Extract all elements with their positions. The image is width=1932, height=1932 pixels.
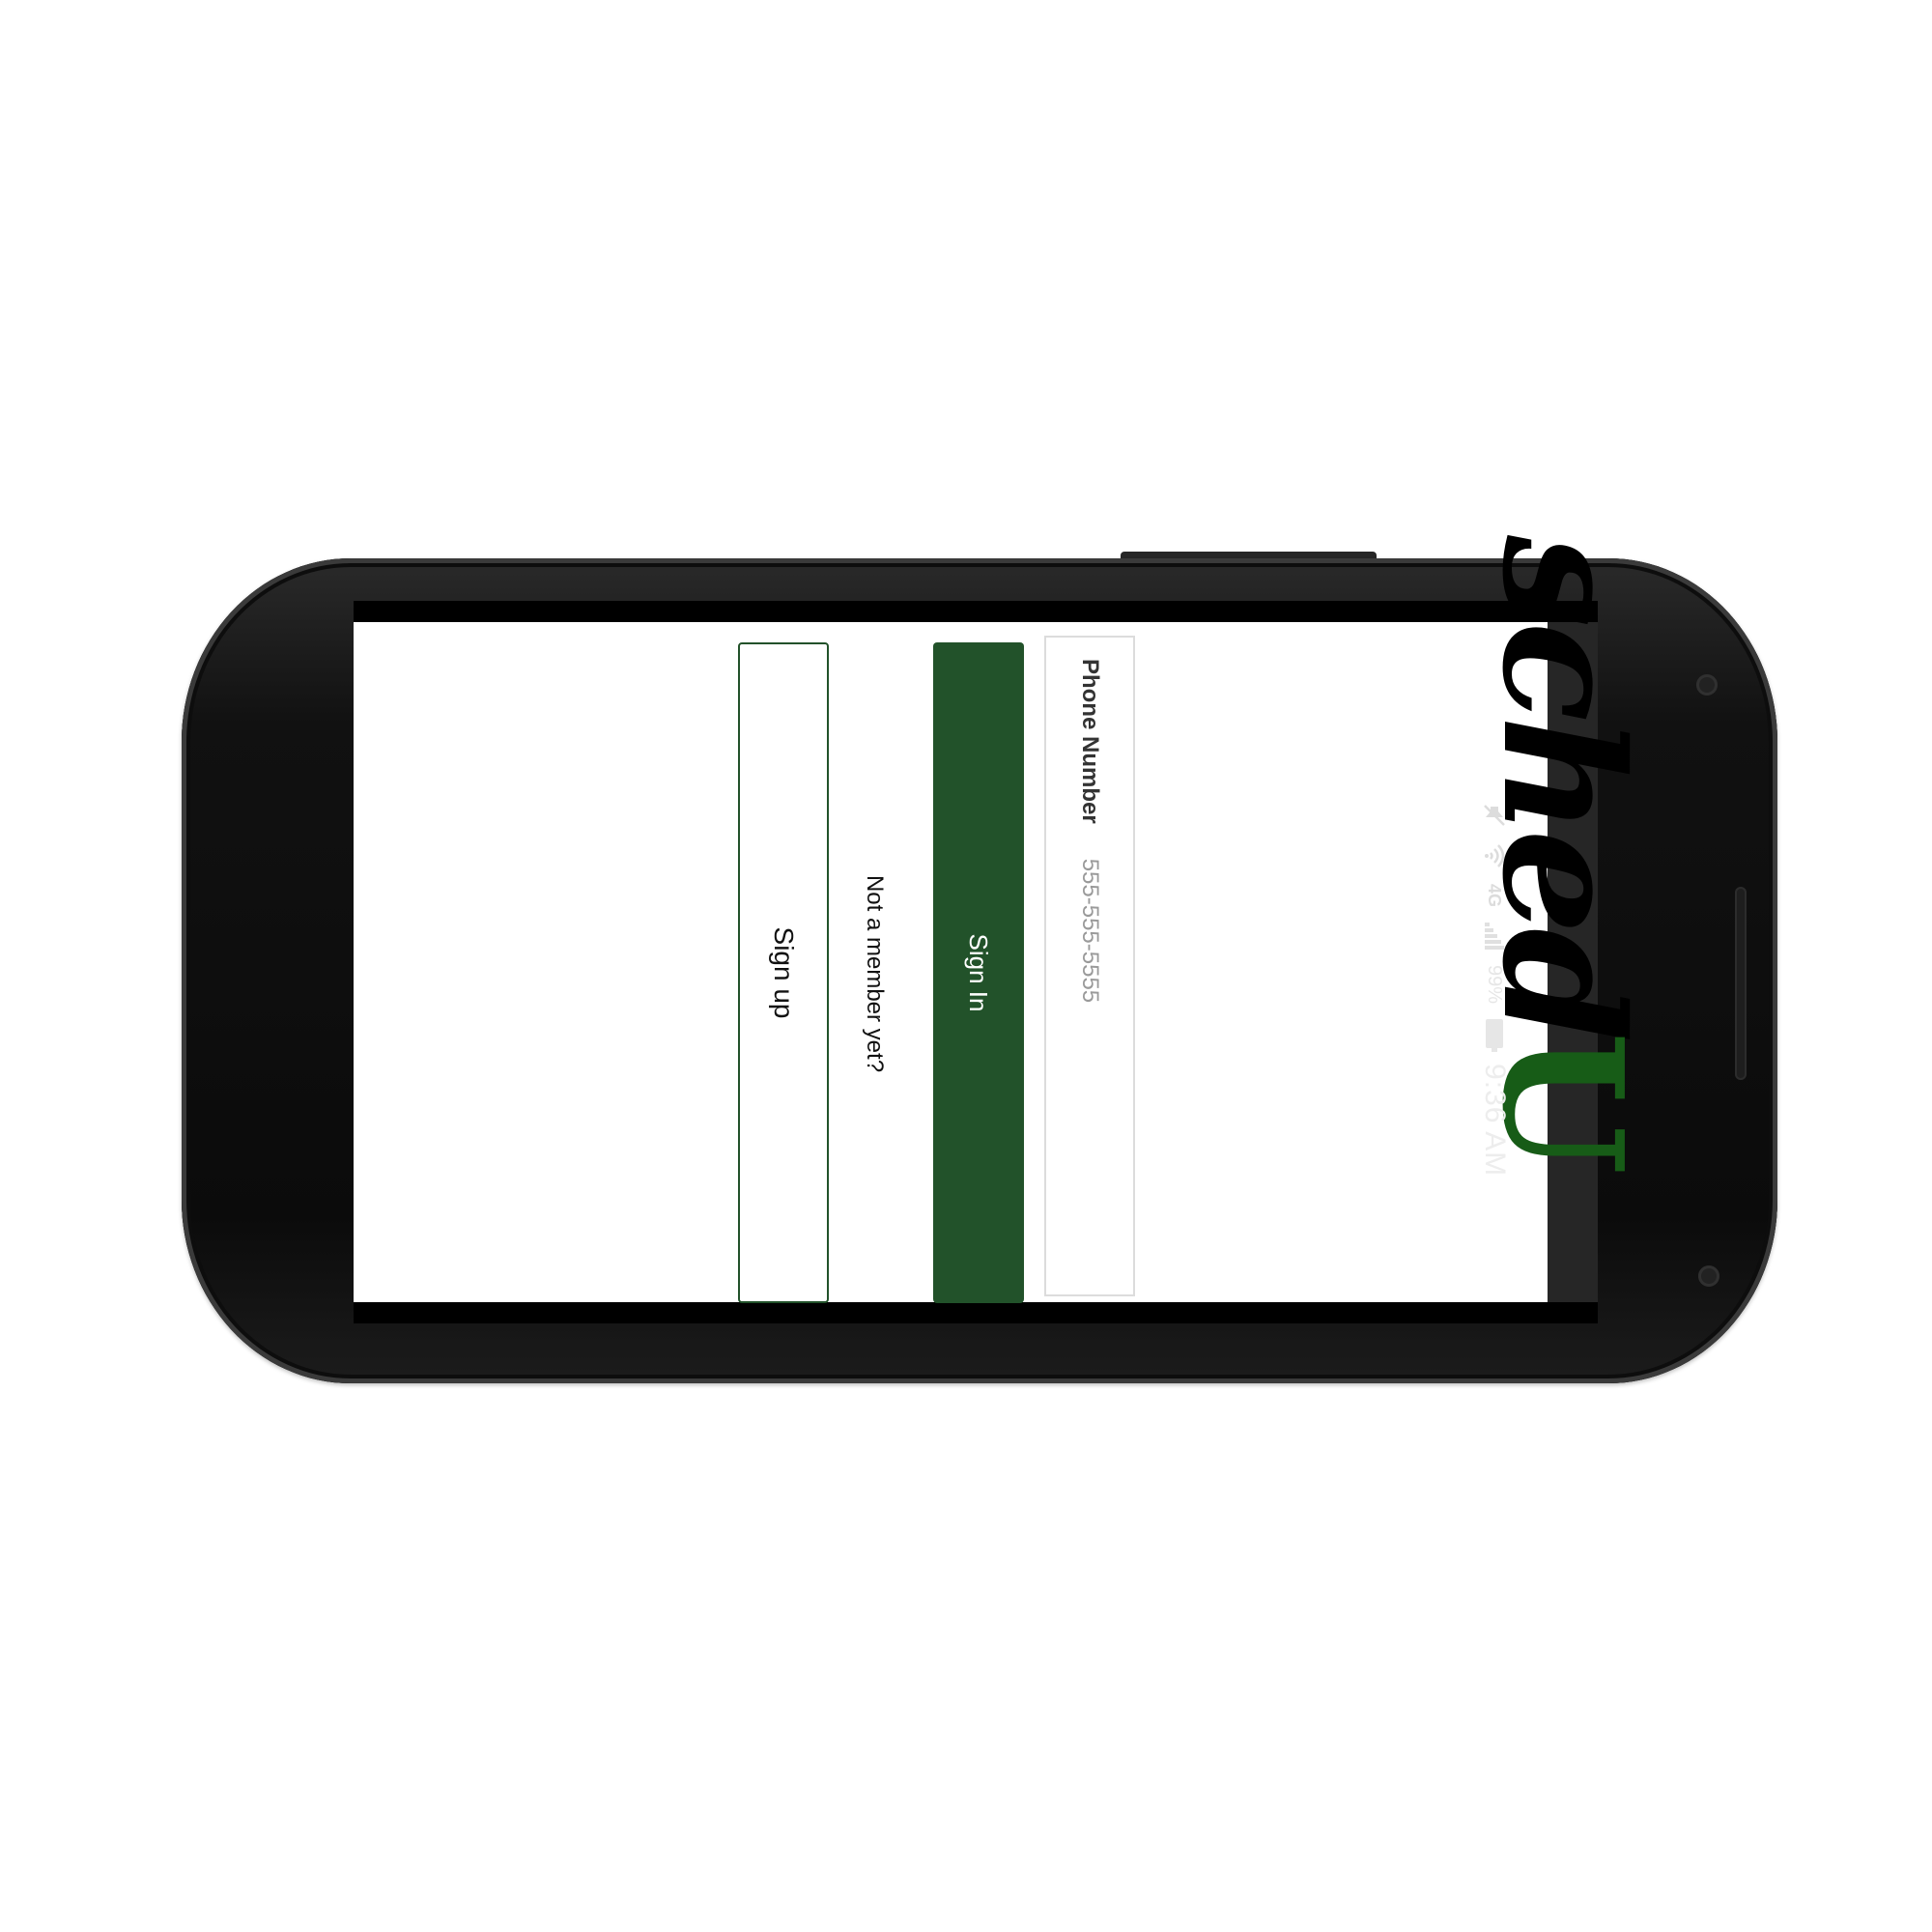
lte-icon: 4G: [1485, 884, 1505, 908]
sign-up-label: Sign up: [769, 926, 799, 1019]
sign-in-button[interactable]: Sign In: [933, 642, 1024, 1303]
phone-number-label: Phone Number: [1077, 659, 1103, 824]
status-bar-content: 4G 99% 9:36 AM: [1473, 803, 1516, 1189]
sign-up-button[interactable]: Sign up: [738, 642, 829, 1303]
status-time: 9:36 AM: [1479, 1064, 1511, 1178]
mute-icon: [1480, 803, 1509, 828]
phone-camera-icon: [1698, 1265, 1719, 1287]
phone-number-input[interactable]: [1076, 858, 1103, 1071]
battery-percent: 99%: [1484, 965, 1506, 1005]
phone-sensor-icon: [1696, 674, 1718, 696]
phone-speaker: [1735, 887, 1747, 1080]
wifi-icon: [1480, 843, 1509, 868]
signal-icon: [1480, 923, 1509, 951]
sign-in-label: Sign In: [964, 933, 994, 1012]
member-prompt: Not a member yet?: [862, 874, 888, 1073]
phone-number-field[interactable]: Phone Number: [1044, 636, 1135, 1296]
battery-icon: [1486, 1019, 1503, 1049]
